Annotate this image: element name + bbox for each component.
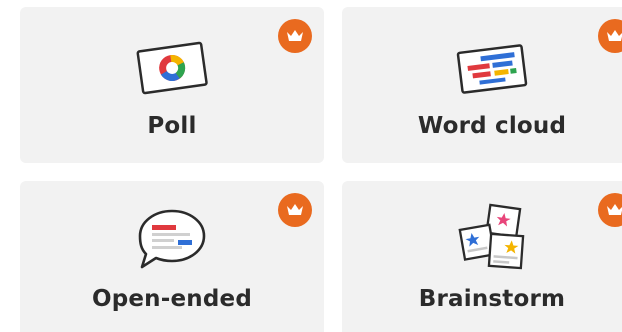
card-label-word-cloud: Word cloud [417, 113, 567, 139]
premium-badge [598, 19, 622, 53]
activity-type-grid: Poll Word cloud Open-ended Brainstorm [0, 0, 622, 332]
premium-badge [278, 193, 312, 227]
activity-card-brainstorm[interactable]: Brainstorm [342, 181, 622, 332]
premium-badge [598, 193, 622, 227]
crown-icon [287, 204, 303, 215]
poll-icon [136, 41, 208, 95]
word-cloud-icon [456, 44, 528, 94]
activity-card-poll[interactable]: Poll [20, 7, 324, 163]
crown-icon [287, 30, 303, 41]
premium-badge [278, 19, 312, 53]
activity-card-word-cloud[interactable]: Word cloud [342, 7, 622, 163]
crown-icon [607, 30, 622, 41]
brainstorm-icon [458, 203, 525, 270]
crown-icon [607, 204, 622, 215]
open-ended-icon [138, 209, 206, 269]
card-label-open-ended: Open-ended [91, 286, 253, 312]
activity-card-open-ended[interactable]: Open-ended [20, 181, 324, 332]
card-label-poll: Poll [147, 113, 197, 139]
card-label-brainstorm: Brainstorm [418, 286, 566, 312]
